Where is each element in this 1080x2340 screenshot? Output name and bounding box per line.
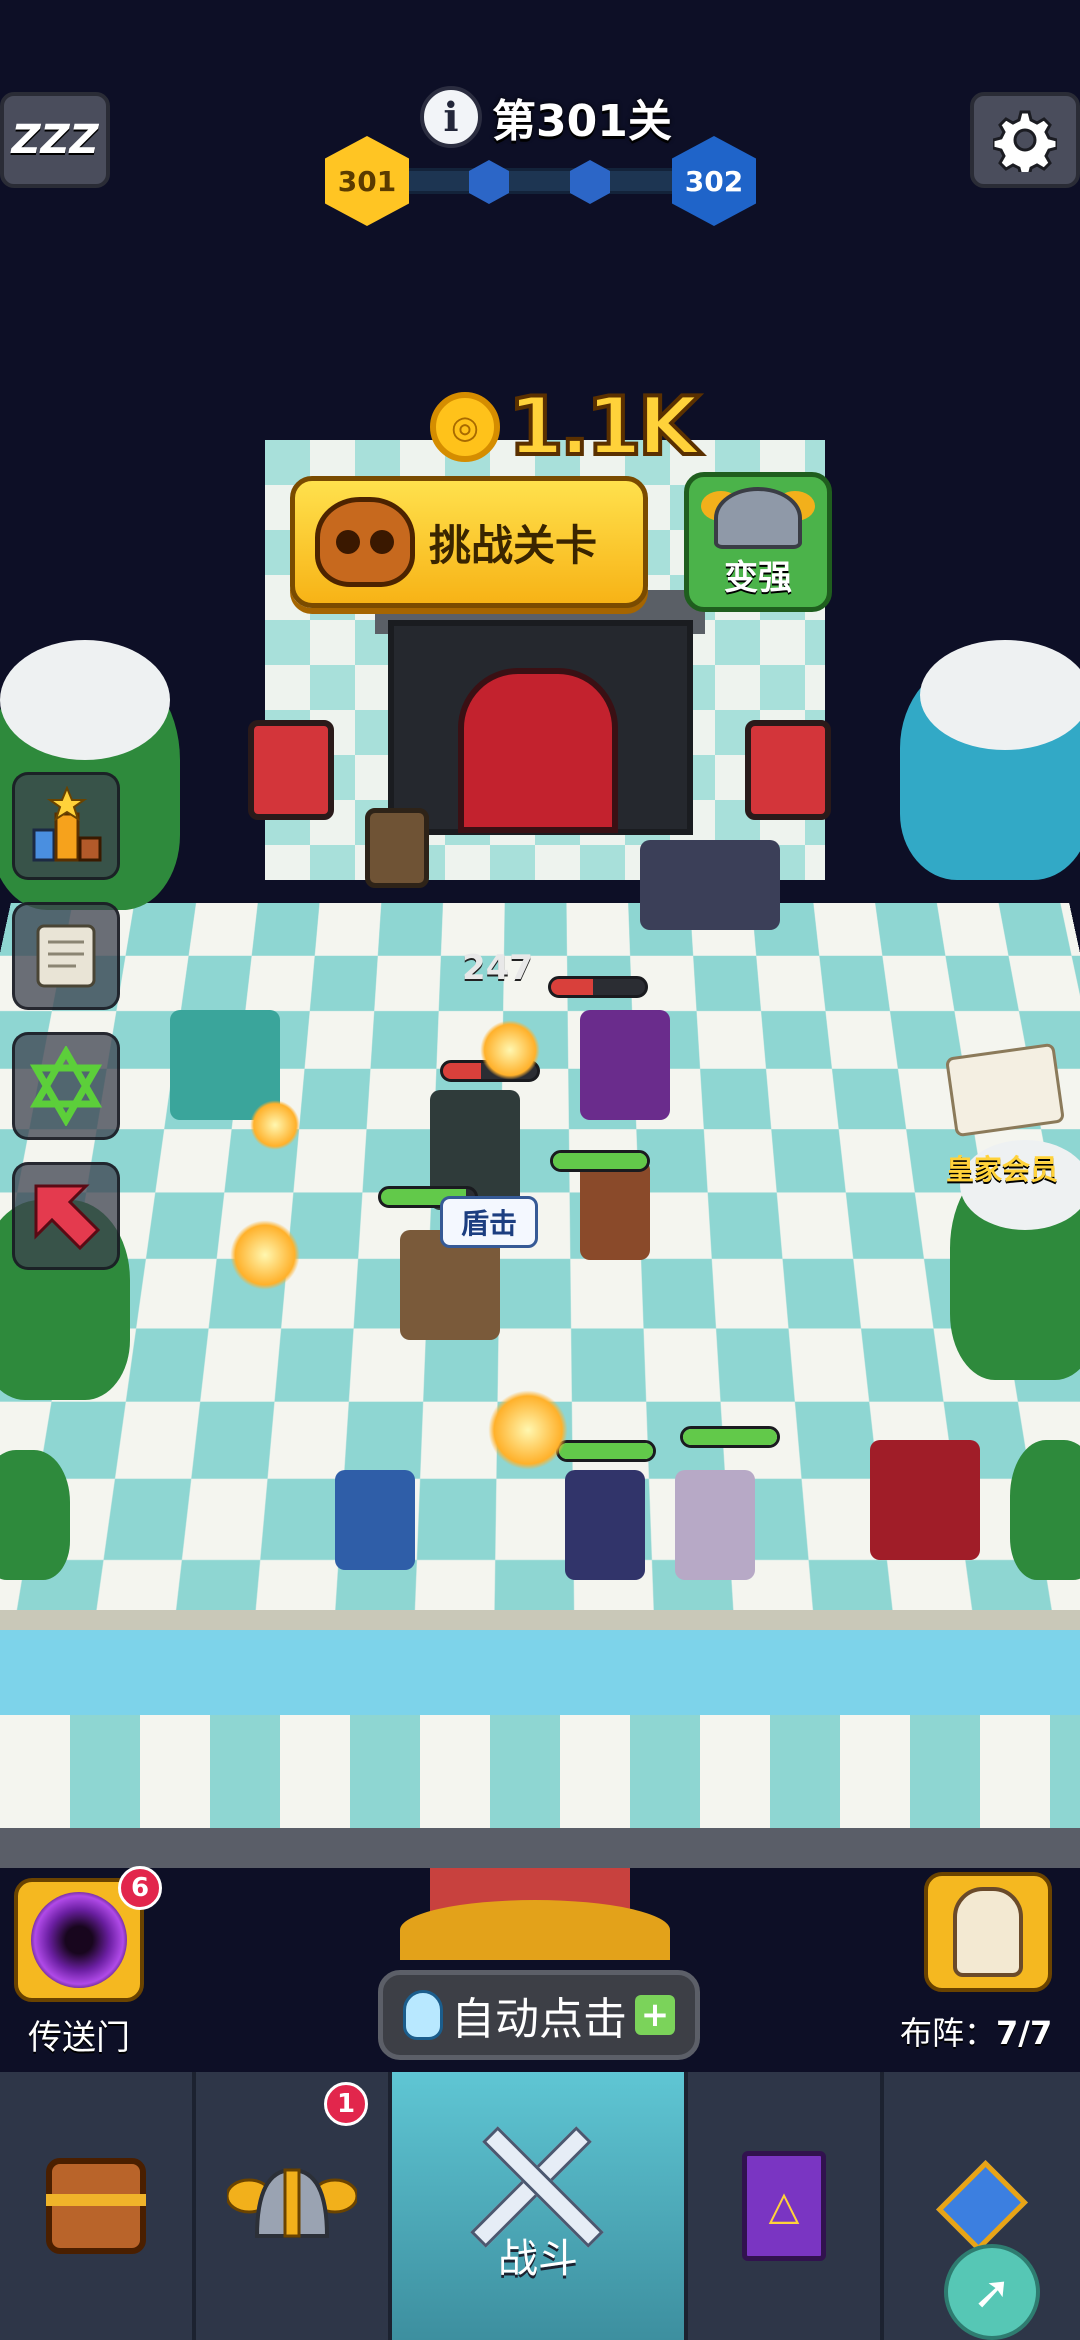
star-button[interactable] bbox=[12, 1032, 120, 1140]
formation-button[interactable] bbox=[924, 1872, 1052, 1992]
rocket-button[interactable]: ➚ bbox=[944, 2244, 1040, 2340]
portal-icon bbox=[31, 1892, 127, 1988]
info-icon[interactable]: i bbox=[420, 86, 482, 148]
battle-scene bbox=[0, 0, 1080, 2075]
brazier-right bbox=[745, 720, 831, 820]
red-arrow-icon bbox=[34, 1184, 101, 1251]
ranking-icon bbox=[32, 786, 102, 862]
power-up-button[interactable]: 变强 bbox=[684, 472, 832, 612]
coin-amount: 1.1K bbox=[506, 378, 702, 475]
sleep-button[interactable]: ZZZ bbox=[0, 92, 110, 188]
power-up-label: 变强 bbox=[724, 558, 792, 598]
formation-count: 7/7 bbox=[996, 2014, 1053, 2052]
enemy-bat-winged bbox=[640, 840, 780, 930]
nav-tab-battle-label: 战斗 bbox=[498, 2236, 578, 2282]
fire-effect bbox=[480, 1020, 540, 1080]
vip-card-icon[interactable] bbox=[944, 1042, 1066, 1138]
hero-red-hat bbox=[870, 1440, 980, 1560]
plus-icon: + bbox=[635, 1995, 675, 2035]
coin-reward: ◎ 1.1K bbox=[430, 378, 702, 475]
barrel bbox=[365, 808, 429, 888]
bush-left bbox=[0, 1450, 70, 1580]
hero-health-bar bbox=[550, 1150, 650, 1172]
nav-tab-heroes[interactable]: 1 bbox=[196, 2072, 392, 2340]
snow-cap bbox=[920, 640, 1080, 750]
ranking-button[interactable] bbox=[12, 772, 120, 880]
gear-icon bbox=[993, 110, 1057, 172]
sleep-zzz-icon: ZZZ bbox=[11, 117, 99, 163]
formation-label: 布阵：7/7 bbox=[900, 2008, 1052, 2054]
next-level-number: 302 bbox=[684, 164, 744, 198]
fire-effect bbox=[488, 1390, 568, 1470]
rocket-icon: ➚ bbox=[972, 2265, 1012, 2319]
pointing-hand-icon bbox=[403, 1990, 443, 2040]
auto-click-label: 自动点击 bbox=[451, 1994, 627, 2045]
skill-tag-text: 盾击 bbox=[460, 1207, 517, 1240]
snow-cap bbox=[0, 640, 170, 760]
enemy-purple-mage bbox=[580, 1010, 670, 1120]
red-arrow-button[interactable] bbox=[12, 1162, 120, 1270]
auto-click-button[interactable]: 自动点击 + bbox=[378, 1970, 700, 2060]
hero-purple-rogue bbox=[675, 1470, 755, 1580]
level-title: i 第301关 bbox=[420, 82, 672, 152]
skull-icon bbox=[315, 497, 415, 587]
enemy-health-bar bbox=[548, 976, 648, 998]
winged-helmet-icon bbox=[227, 2167, 357, 2238]
settings-button[interactable] bbox=[970, 92, 1080, 188]
nav-tab-shop[interactable] bbox=[0, 2072, 196, 2340]
hero-health-bar bbox=[680, 1426, 780, 1448]
winged-helmet-icon bbox=[714, 487, 802, 549]
brazier-left bbox=[248, 720, 334, 820]
gold-coin-icon: ◎ bbox=[430, 391, 500, 462]
hero-barrel-knight bbox=[580, 1160, 650, 1260]
fire-effect bbox=[250, 1100, 300, 1150]
level-title-text: 第301关 bbox=[492, 96, 672, 147]
vip-label[interactable]: 皇家会员 bbox=[946, 1148, 1058, 1188]
fire-effect bbox=[230, 1220, 300, 1290]
formation-label-prefix: 布阵： bbox=[900, 2014, 997, 2052]
lower-edge bbox=[0, 1828, 1080, 1868]
river bbox=[0, 1630, 1080, 1720]
quest-scroll-button[interactable] bbox=[12, 902, 120, 1010]
castle-door bbox=[458, 668, 618, 833]
star-of-david-icon bbox=[29, 1046, 103, 1126]
nav-tab-battle[interactable]: 战斗 bbox=[392, 2072, 688, 2340]
hero-witch bbox=[565, 1470, 645, 1580]
challenge-level-button[interactable]: 挑战关卡 bbox=[290, 476, 648, 608]
heroes-badge: 1 bbox=[324, 2082, 368, 2126]
damage-number: 247 bbox=[462, 948, 533, 988]
spellbook-icon: △ bbox=[742, 2151, 826, 2261]
challenge-label: 挑战关卡 bbox=[429, 520, 598, 570]
level-progress-track bbox=[400, 168, 690, 194]
nav-tab-spellbook[interactable]: △ bbox=[688, 2072, 884, 2340]
dragon-wings bbox=[400, 1900, 670, 1960]
portal-badge: 6 bbox=[118, 1866, 162, 1910]
hero-health-bar bbox=[556, 1440, 656, 1462]
lower-tiles bbox=[0, 1715, 1080, 1830]
bush-right bbox=[1010, 1440, 1080, 1580]
scroll-icon bbox=[36, 924, 96, 988]
current-level-number: 301 bbox=[337, 164, 397, 198]
amulet-icon bbox=[936, 2160, 1028, 2252]
bottom-navigation: 1 战斗 △ bbox=[0, 2072, 1080, 2340]
treasure-chest-icon bbox=[46, 2158, 146, 2254]
skill-tag: 盾击 bbox=[440, 1196, 538, 1248]
portal-label: 传送门 bbox=[28, 2018, 130, 2058]
hero-blue-guard bbox=[335, 1470, 415, 1570]
viking-hero-icon bbox=[953, 1887, 1023, 1977]
